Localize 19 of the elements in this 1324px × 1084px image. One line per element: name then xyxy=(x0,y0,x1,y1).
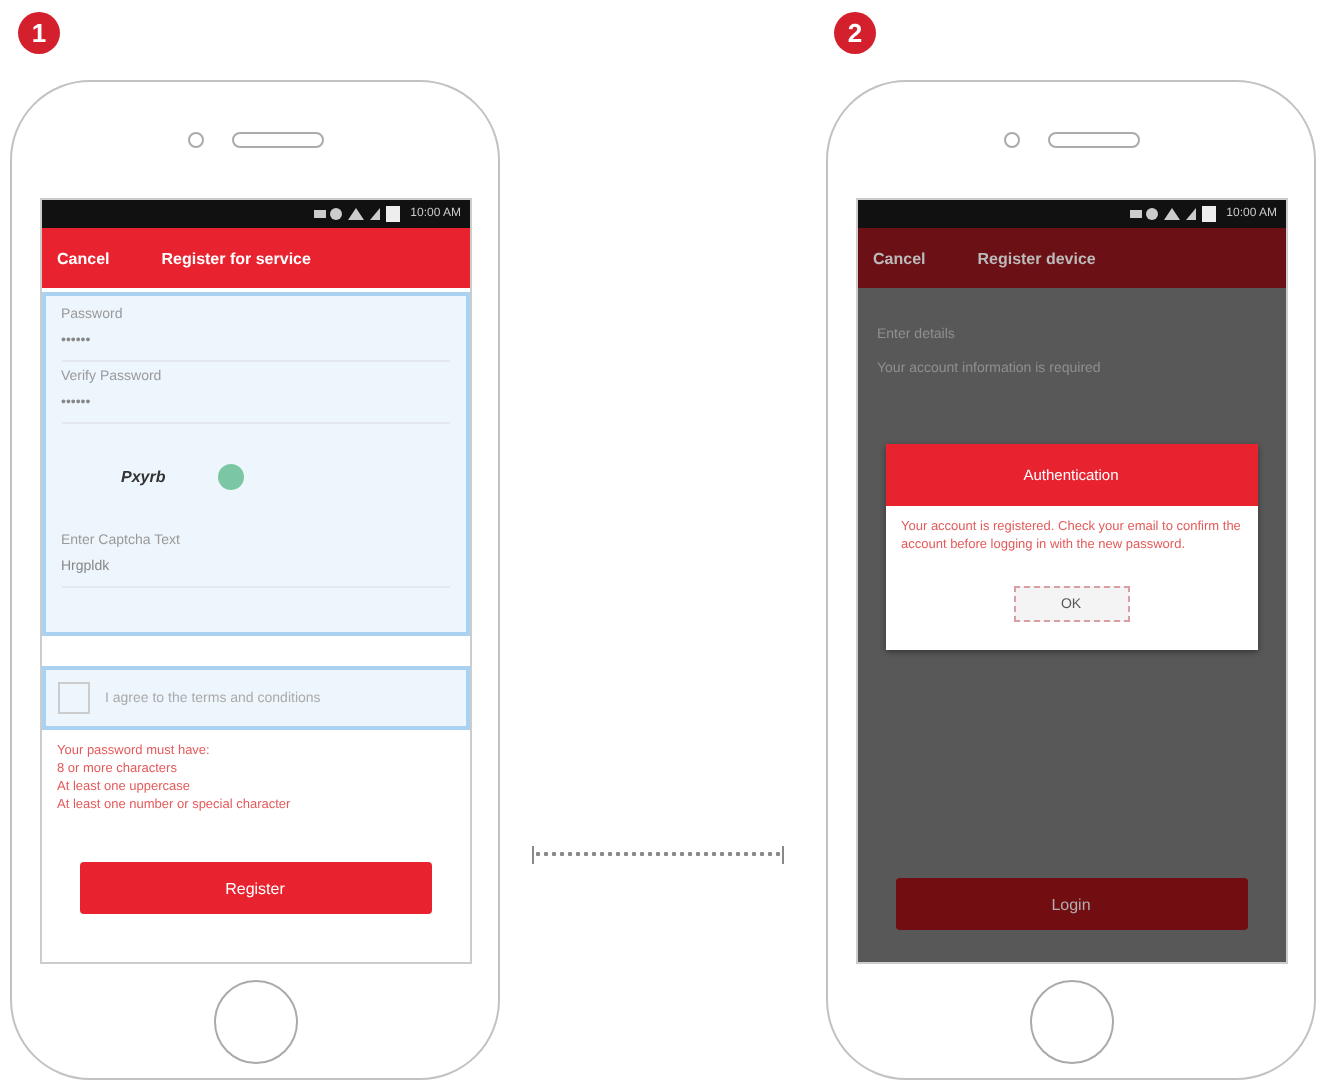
camera-icon xyxy=(1003,132,1019,148)
step-badge: 2 xyxy=(834,12,876,54)
register-button[interactable]: Register xyxy=(79,862,431,914)
login-button[interactable]: Login xyxy=(895,878,1247,930)
home-button[interactable] xyxy=(213,979,297,1063)
home-button[interactable] xyxy=(1029,979,1113,1063)
refresh-icon[interactable] xyxy=(217,464,244,490)
screen-title: Register device xyxy=(977,249,1096,267)
screen-title: Register for service xyxy=(161,249,311,267)
camera-icon xyxy=(187,132,203,148)
cancel-link[interactable]: Cancel xyxy=(873,249,926,267)
speaker-icon xyxy=(1047,132,1139,148)
captcha-image: Pxyrb xyxy=(121,468,166,486)
checkbox[interactable] xyxy=(57,682,89,714)
step-badge: 1 xyxy=(18,12,60,54)
cancel-link[interactable]: Cancel xyxy=(57,249,110,267)
status-icons xyxy=(314,206,403,222)
speaker-icon xyxy=(231,132,323,148)
status-icons xyxy=(1130,206,1219,222)
